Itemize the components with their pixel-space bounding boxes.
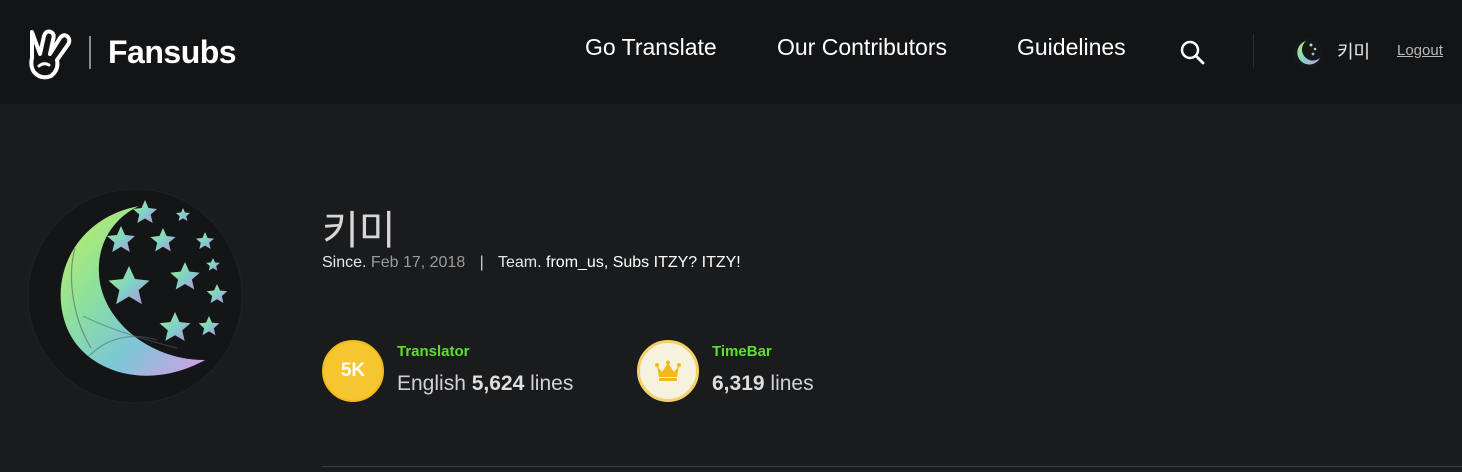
top-nav-bar: Fansubs Go Translate Our Contributors Gu… [0,0,1462,104]
brand-name[interactable]: Fansubs [108,34,237,71]
nav-guidelines[interactable]: Guidelines [1017,34,1126,61]
since-label: Since. [322,254,367,271]
translator-unit: lines [530,372,574,395]
user-avatar-icon[interactable] [1293,38,1323,68]
profile-meta: Since. Feb 17, 2018 | Team. from_us, Sub… [322,254,741,272]
5k-badge-label: 5K [340,360,366,381]
timebar-unit: lines [770,372,814,395]
translator-count: 5,624 [471,372,525,395]
crown-badge [637,340,699,402]
search-icon[interactable] [1178,38,1206,66]
timebar-stat: 6,319 lines [712,372,814,396]
nav-go-translate[interactable]: Go Translate [585,34,717,61]
since-date: Feb 17, 2018 [370,254,466,271]
team-value: from_us, Subs ITZY? ITZY! [546,254,741,271]
logo-divider [89,36,91,69]
profile-name: 키미 [322,208,396,254]
crown-icon [655,360,681,381]
profile-avatar [27,188,243,404]
nav-separator [1253,34,1254,68]
meta-divider: | [479,254,484,271]
section-divider [322,466,1462,467]
5k-badge: 5K [322,340,384,402]
translator-language: English [397,372,466,395]
v-hand-logo-icon[interactable] [26,28,72,80]
nav-our-contributors[interactable]: Our Contributors [777,34,947,61]
user-name[interactable]: 키미 [1337,38,1370,64]
logout-link[interactable]: Logout [1397,42,1443,59]
team-label: Team. [497,254,542,271]
timebar-title: TimeBar [712,343,772,360]
translator-title: Translator [397,343,470,360]
timebar-count: 6,319 [712,372,765,395]
translator-stat: English 5,624 lines [397,372,573,396]
